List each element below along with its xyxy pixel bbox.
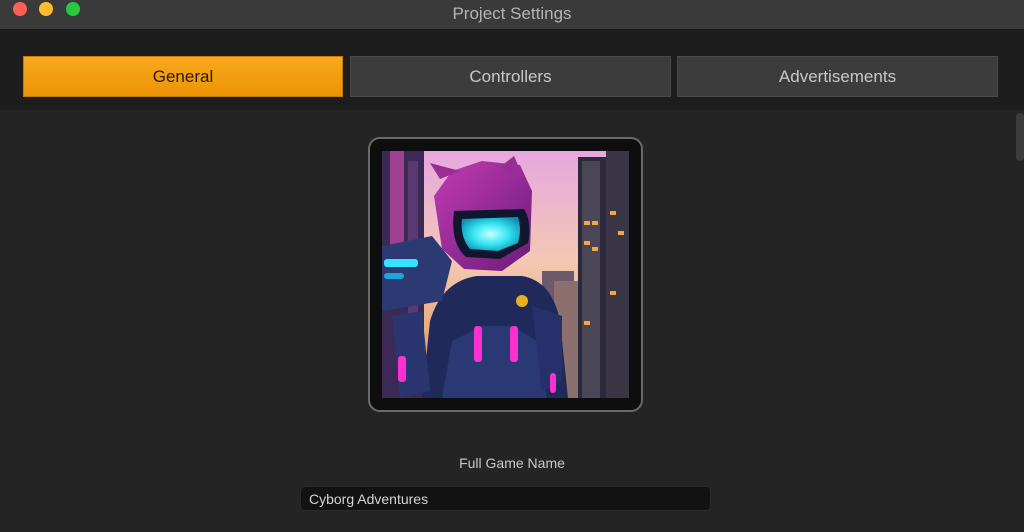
vertical-scrollbar[interactable] xyxy=(1016,113,1024,161)
game-icon-picker[interactable] xyxy=(368,137,643,412)
title-bar: Project Settings xyxy=(0,0,1024,30)
general-settings-panel: Full Game Name xyxy=(0,110,1024,532)
window-title: Project Settings xyxy=(452,4,572,23)
tab-bar: General Controllers Advertisements xyxy=(0,30,1024,110)
full-game-name-input[interactable] xyxy=(300,486,711,511)
full-game-name-label: Full Game Name xyxy=(459,455,565,471)
tab-controllers[interactable]: Controllers xyxy=(350,56,671,97)
cyborg-robot-character-icon xyxy=(382,151,629,398)
project-settings-window: Project Settings General Controllers Adv… xyxy=(0,0,1024,532)
tab-general[interactable]: General xyxy=(23,56,343,97)
tab-advertisements[interactable]: Advertisements xyxy=(677,56,998,97)
